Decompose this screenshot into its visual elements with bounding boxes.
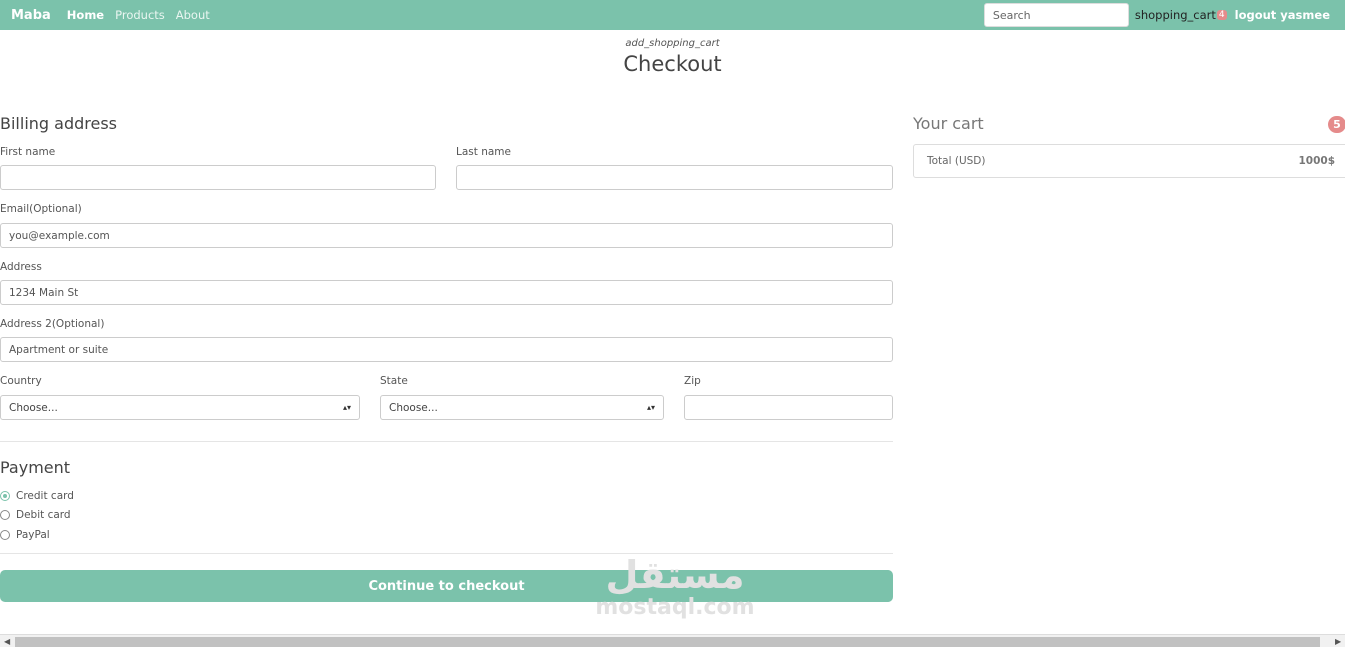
brand-logo[interactable]: Maba: [11, 8, 51, 23]
page-title: Checkout: [623, 52, 722, 76]
country-select[interactable]: Choose... ▴▾: [0, 395, 360, 420]
payment-option-label: Debit card: [16, 509, 71, 521]
address-label: Address: [0, 261, 42, 273]
state-label: State: [380, 375, 408, 387]
navbar-right: shopping_cart 4 logout yasmee: [983, 0, 1345, 30]
address2-field[interactable]: [0, 337, 893, 362]
cart-count-badge: 4: [1216, 10, 1227, 20]
state-select[interactable]: Choose... ▴▾: [380, 395, 664, 420]
mostaql-watermark: مستقل mostaql.com: [590, 555, 760, 621]
first-name-field[interactable]: [0, 165, 436, 190]
radio-checked-icon[interactable]: [0, 491, 10, 501]
cart-total-label: Total (USD): [927, 155, 986, 167]
section-divider: [0, 553, 893, 554]
nav-about[interactable]: About: [176, 8, 210, 22]
nav-products[interactable]: Products: [115, 8, 165, 22]
scrollbar-thumb[interactable]: [15, 637, 1320, 647]
payment-option-credit[interactable]: Credit card: [0, 490, 74, 502]
payment-option-paypal[interactable]: PayPal: [0, 529, 50, 541]
shopping-cart-icon: shopping_cart: [1134, 8, 1216, 22]
horizontal-scrollbar[interactable]: ◀ ▶: [0, 634, 1345, 647]
cart-title: Your cart: [913, 114, 984, 133]
payment-option-label: PayPal: [16, 529, 50, 541]
radio-icon[interactable]: [0, 510, 10, 520]
email-label: Email(Optional): [0, 203, 82, 215]
cart-link[interactable]: shopping_cart 4: [1135, 8, 1227, 22]
billing-title: Billing address: [0, 114, 117, 133]
payment-option-debit[interactable]: Debit card: [0, 509, 71, 521]
last-name-field[interactable]: [456, 165, 893, 190]
address-field[interactable]: [0, 280, 893, 305]
country-label: Country: [0, 375, 42, 387]
scroll-right-icon[interactable]: ▶: [1335, 637, 1341, 646]
watermark-arabic: مستقل: [605, 553, 745, 597]
select-arrows-icon: ▴▾: [646, 403, 655, 412]
zip-label: Zip: [684, 375, 701, 387]
address2-label: Address 2(Optional): [0, 318, 105, 330]
cart-total-value: 1000$: [1298, 155, 1335, 167]
select-arrows-icon: ▴▾: [342, 403, 351, 412]
email-field[interactable]: [0, 223, 893, 248]
section-divider: [0, 441, 893, 442]
add-shopping-cart-icon: add_shopping_cart: [625, 38, 720, 49]
watermark-latin: mostaql.com: [595, 595, 755, 620]
payment-option-label: Credit card: [16, 490, 74, 502]
first-name-label: First name: [0, 146, 56, 158]
payment-title: Payment: [0, 458, 71, 477]
cart-items-badge: 5: [1328, 116, 1345, 133]
scroll-left-icon[interactable]: ◀: [4, 637, 10, 646]
logout-link[interactable]: logout yasmee: [1235, 8, 1330, 22]
radio-icon[interactable]: [0, 530, 10, 540]
search-input[interactable]: [983, 3, 1129, 27]
last-name-label: Last name: [456, 146, 511, 158]
state-select-value: Choose...: [389, 401, 438, 414]
top-navbar: Maba Home Products About shopping_cart 4…: [0, 0, 1345, 30]
country-select-value: Choose...: [9, 401, 58, 414]
cart-total-row: Total (USD) 1000$: [913, 144, 1345, 178]
zip-field[interactable]: [684, 395, 893, 420]
nav-home[interactable]: Home: [67, 8, 104, 22]
